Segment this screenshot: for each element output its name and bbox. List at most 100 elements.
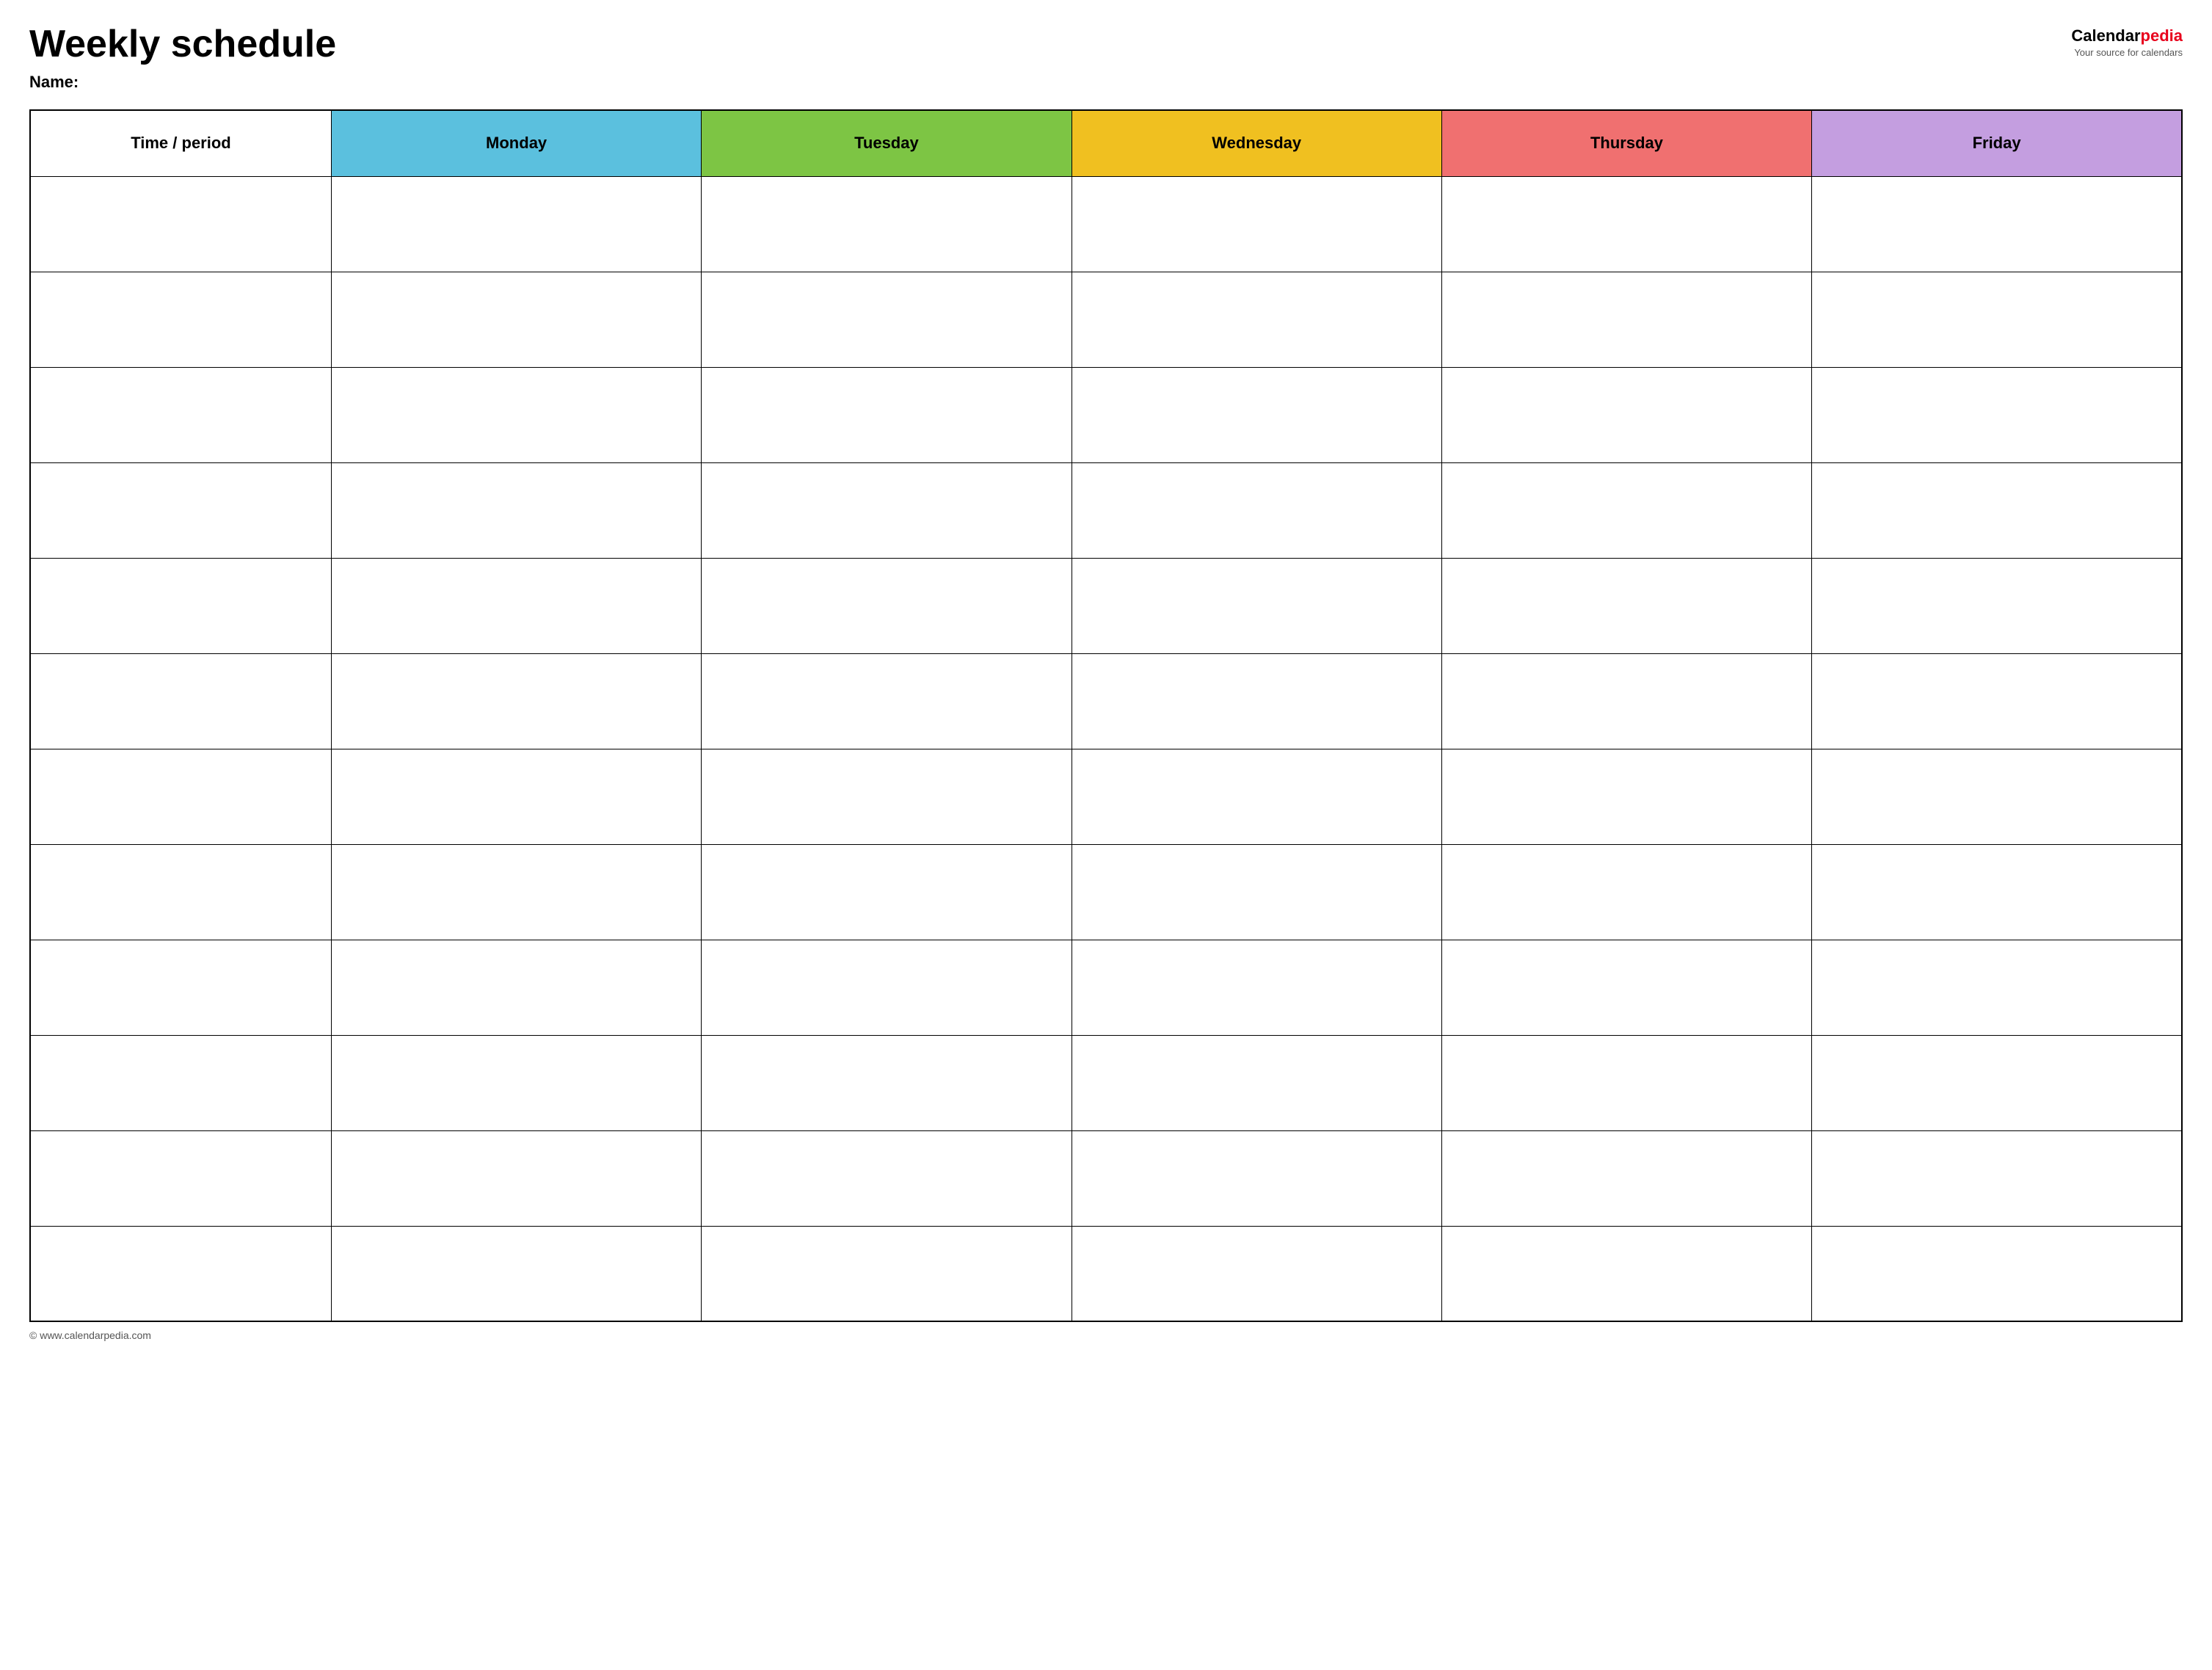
schedule-cell[interactable] — [1072, 1226, 1441, 1321]
logo-calendar: Calendar — [2071, 26, 2140, 46]
schedule-cell[interactable] — [1441, 462, 1811, 558]
table-row — [30, 653, 2182, 749]
table-row — [30, 558, 2182, 653]
schedule-cell[interactable] — [1812, 1226, 2182, 1321]
table-row — [30, 272, 2182, 367]
schedule-cell[interactable] — [1441, 844, 1811, 940]
schedule-cell[interactable] — [331, 940, 701, 1035]
schedule-cell[interactable] — [331, 1035, 701, 1130]
name-label: Name: — [29, 73, 336, 92]
table-row — [30, 1226, 2182, 1321]
header-tuesday: Tuesday — [702, 110, 1072, 176]
time-cell[interactable] — [30, 1035, 331, 1130]
schedule-cell[interactable] — [1441, 1226, 1811, 1321]
schedule-cell[interactable] — [1072, 558, 1441, 653]
time-cell[interactable] — [30, 1130, 331, 1226]
schedule-cell[interactable] — [331, 749, 701, 844]
schedule-cell[interactable] — [1812, 749, 2182, 844]
header-time: Time / period — [30, 110, 331, 176]
schedule-cell[interactable] — [331, 176, 701, 272]
schedule-cell[interactable] — [702, 1226, 1072, 1321]
schedule-cell[interactable] — [1812, 844, 2182, 940]
schedule-cell[interactable] — [1441, 940, 1811, 1035]
schedule-cell[interactable] — [1812, 558, 2182, 653]
schedule-cell[interactable] — [702, 176, 1072, 272]
schedule-cell[interactable] — [1072, 367, 1441, 462]
header-wednesday: Wednesday — [1072, 110, 1441, 176]
schedule-cell[interactable] — [1441, 1035, 1811, 1130]
schedule-cell[interactable] — [1441, 176, 1811, 272]
schedule-cell[interactable] — [1812, 462, 2182, 558]
schedule-cell[interactable] — [702, 367, 1072, 462]
schedule-cell[interactable] — [1812, 176, 2182, 272]
schedule-cell[interactable] — [1072, 462, 1441, 558]
time-cell[interactable] — [30, 1226, 331, 1321]
schedule-cell[interactable] — [331, 367, 701, 462]
schedule-cell[interactable] — [702, 749, 1072, 844]
time-cell[interactable] — [30, 558, 331, 653]
schedule-cell[interactable] — [1812, 1130, 2182, 1226]
table-row — [30, 462, 2182, 558]
schedule-cell[interactable] — [331, 462, 701, 558]
schedule-cell[interactable] — [702, 940, 1072, 1035]
schedule-cell[interactable] — [331, 558, 701, 653]
schedule-cell[interactable] — [1072, 176, 1441, 272]
schedule-cell[interactable] — [1441, 367, 1811, 462]
time-cell[interactable] — [30, 749, 331, 844]
schedule-cell[interactable] — [702, 1130, 1072, 1226]
time-cell[interactable] — [30, 653, 331, 749]
schedule-cell[interactable] — [702, 653, 1072, 749]
schedule-cell[interactable] — [1812, 940, 2182, 1035]
title-section: Weekly schedule Name: — [29, 23, 336, 92]
table-header-row: Time / period Monday Tuesday Wednesday T… — [30, 110, 2182, 176]
time-cell[interactable] — [30, 462, 331, 558]
footer: © www.calendarpedia.com — [29, 1329, 2183, 1341]
time-cell[interactable] — [30, 940, 331, 1035]
header-friday: Friday — [1812, 110, 2182, 176]
schedule-cell[interactable] — [331, 844, 701, 940]
schedule-cell[interactable] — [702, 462, 1072, 558]
schedule-cell[interactable] — [1441, 749, 1811, 844]
table-row — [30, 176, 2182, 272]
schedule-cell[interactable] — [331, 1130, 701, 1226]
logo-text: Calendarpedia — [2071, 26, 2183, 46]
schedule-cell[interactable] — [331, 272, 701, 367]
schedule-cell[interactable] — [331, 1226, 701, 1321]
schedule-cell[interactable] — [1812, 1035, 2182, 1130]
schedule-cell[interactable] — [1441, 272, 1811, 367]
schedule-cell[interactable] — [1072, 1035, 1441, 1130]
schedule-cell[interactable] — [1441, 558, 1811, 653]
table-row — [30, 1130, 2182, 1226]
time-cell[interactable] — [30, 176, 331, 272]
time-cell[interactable] — [30, 367, 331, 462]
schedule-cell[interactable] — [1812, 653, 2182, 749]
schedule-cell[interactable] — [1812, 272, 2182, 367]
schedule-cell[interactable] — [702, 844, 1072, 940]
schedule-cell[interactable] — [702, 1035, 1072, 1130]
time-cell[interactable] — [30, 844, 331, 940]
header-thursday: Thursday — [1441, 110, 1811, 176]
page-title: Weekly schedule — [29, 23, 336, 65]
schedule-cell[interactable] — [1072, 272, 1441, 367]
schedule-cell[interactable] — [1441, 653, 1811, 749]
schedule-cell[interactable] — [1072, 1130, 1441, 1226]
schedule-cell[interactable] — [1072, 940, 1441, 1035]
table-row — [30, 749, 2182, 844]
schedule-cell[interactable] — [702, 272, 1072, 367]
table-row — [30, 1035, 2182, 1130]
schedule-table: Time / period Monday Tuesday Wednesday T… — [29, 109, 2183, 1322]
schedule-cell[interactable] — [331, 653, 701, 749]
page-header: Weekly schedule Name: Calendarpedia Your… — [29, 23, 2183, 92]
table-row — [30, 940, 2182, 1035]
table-row — [30, 367, 2182, 462]
footer-url: © www.calendarpedia.com — [29, 1329, 151, 1341]
schedule-cell[interactable] — [1072, 844, 1441, 940]
schedule-cell[interactable] — [1812, 367, 2182, 462]
logo-pedia: pedia — [2141, 26, 2183, 45]
schedule-cell[interactable] — [1072, 653, 1441, 749]
schedule-cell[interactable] — [1072, 749, 1441, 844]
schedule-cell[interactable] — [702, 558, 1072, 653]
schedule-cell[interactable] — [1441, 1130, 1811, 1226]
time-cell[interactable] — [30, 272, 331, 367]
header-monday: Monday — [331, 110, 701, 176]
